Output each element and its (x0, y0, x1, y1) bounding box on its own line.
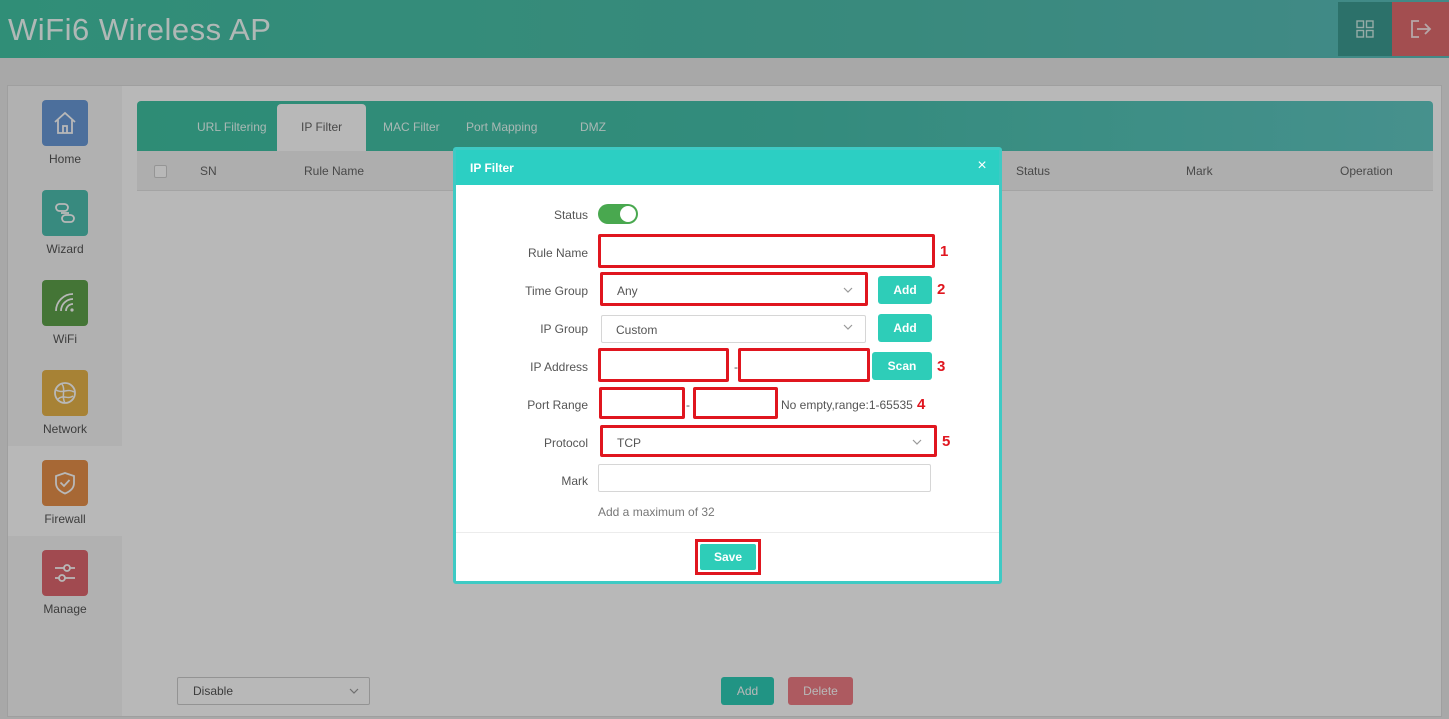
ip-filter-dialog: IP Filter × Status Rule Name 1 Time Grou… (453, 147, 1002, 584)
ip-start-input[interactable] (598, 348, 729, 382)
port-range-hint: No empty,range:1-65535 (781, 398, 913, 412)
time-group-select[interactable]: Any (600, 272, 868, 306)
add-time-group-button[interactable]: Add (878, 276, 932, 304)
protocol-value: TCP (617, 436, 641, 450)
mark-hint: Add a maximum of 32 (598, 505, 715, 519)
save-button[interactable]: Save (700, 544, 756, 570)
dialog-footer-divider (456, 532, 999, 533)
port-range-dash: - (686, 398, 690, 412)
dialog-title: IP Filter (470, 161, 514, 175)
ip-group-label: IP Group (540, 322, 588, 336)
annotation-4: 4 (917, 396, 926, 413)
ip-group-value: Custom (616, 323, 658, 337)
port-start-input[interactable] (599, 387, 685, 419)
scan-button[interactable]: Scan (872, 352, 932, 380)
mark-label: Mark (561, 474, 588, 488)
annotation-2: 2 (937, 281, 946, 298)
status-toggle[interactable] (598, 204, 638, 224)
ip-end-input[interactable] (738, 348, 870, 382)
close-icon[interactable]: × (973, 157, 991, 175)
annotation-5: 5 (942, 433, 951, 450)
port-range-label: Port Range (527, 398, 588, 412)
chevron-down-icon (843, 324, 853, 330)
protocol-label: Protocol (543, 436, 588, 450)
protocol-select[interactable]: TCP (600, 425, 937, 457)
annotation-3: 3 (937, 358, 946, 375)
annotation-1: 1 (940, 243, 949, 260)
rule-name-label: Rule Name (527, 246, 588, 260)
ip-group-select[interactable]: Custom (601, 315, 866, 343)
time-group-label: Time Group (525, 284, 588, 298)
chevron-down-icon (912, 439, 922, 445)
status-label: Status (553, 208, 588, 222)
chevron-down-icon (843, 287, 853, 293)
rule-name-input[interactable] (598, 234, 935, 268)
mark-input[interactable] (598, 464, 931, 492)
save-button-highlight: Save (695, 539, 761, 575)
ip-address-label: IP Address (530, 360, 588, 374)
add-ip-group-button[interactable]: Add (878, 314, 932, 342)
time-group-value: Any (617, 284, 638, 298)
dialog-header: IP Filter × (456, 150, 999, 185)
port-end-input[interactable] (693, 387, 778, 419)
toggle-knob (620, 206, 636, 222)
